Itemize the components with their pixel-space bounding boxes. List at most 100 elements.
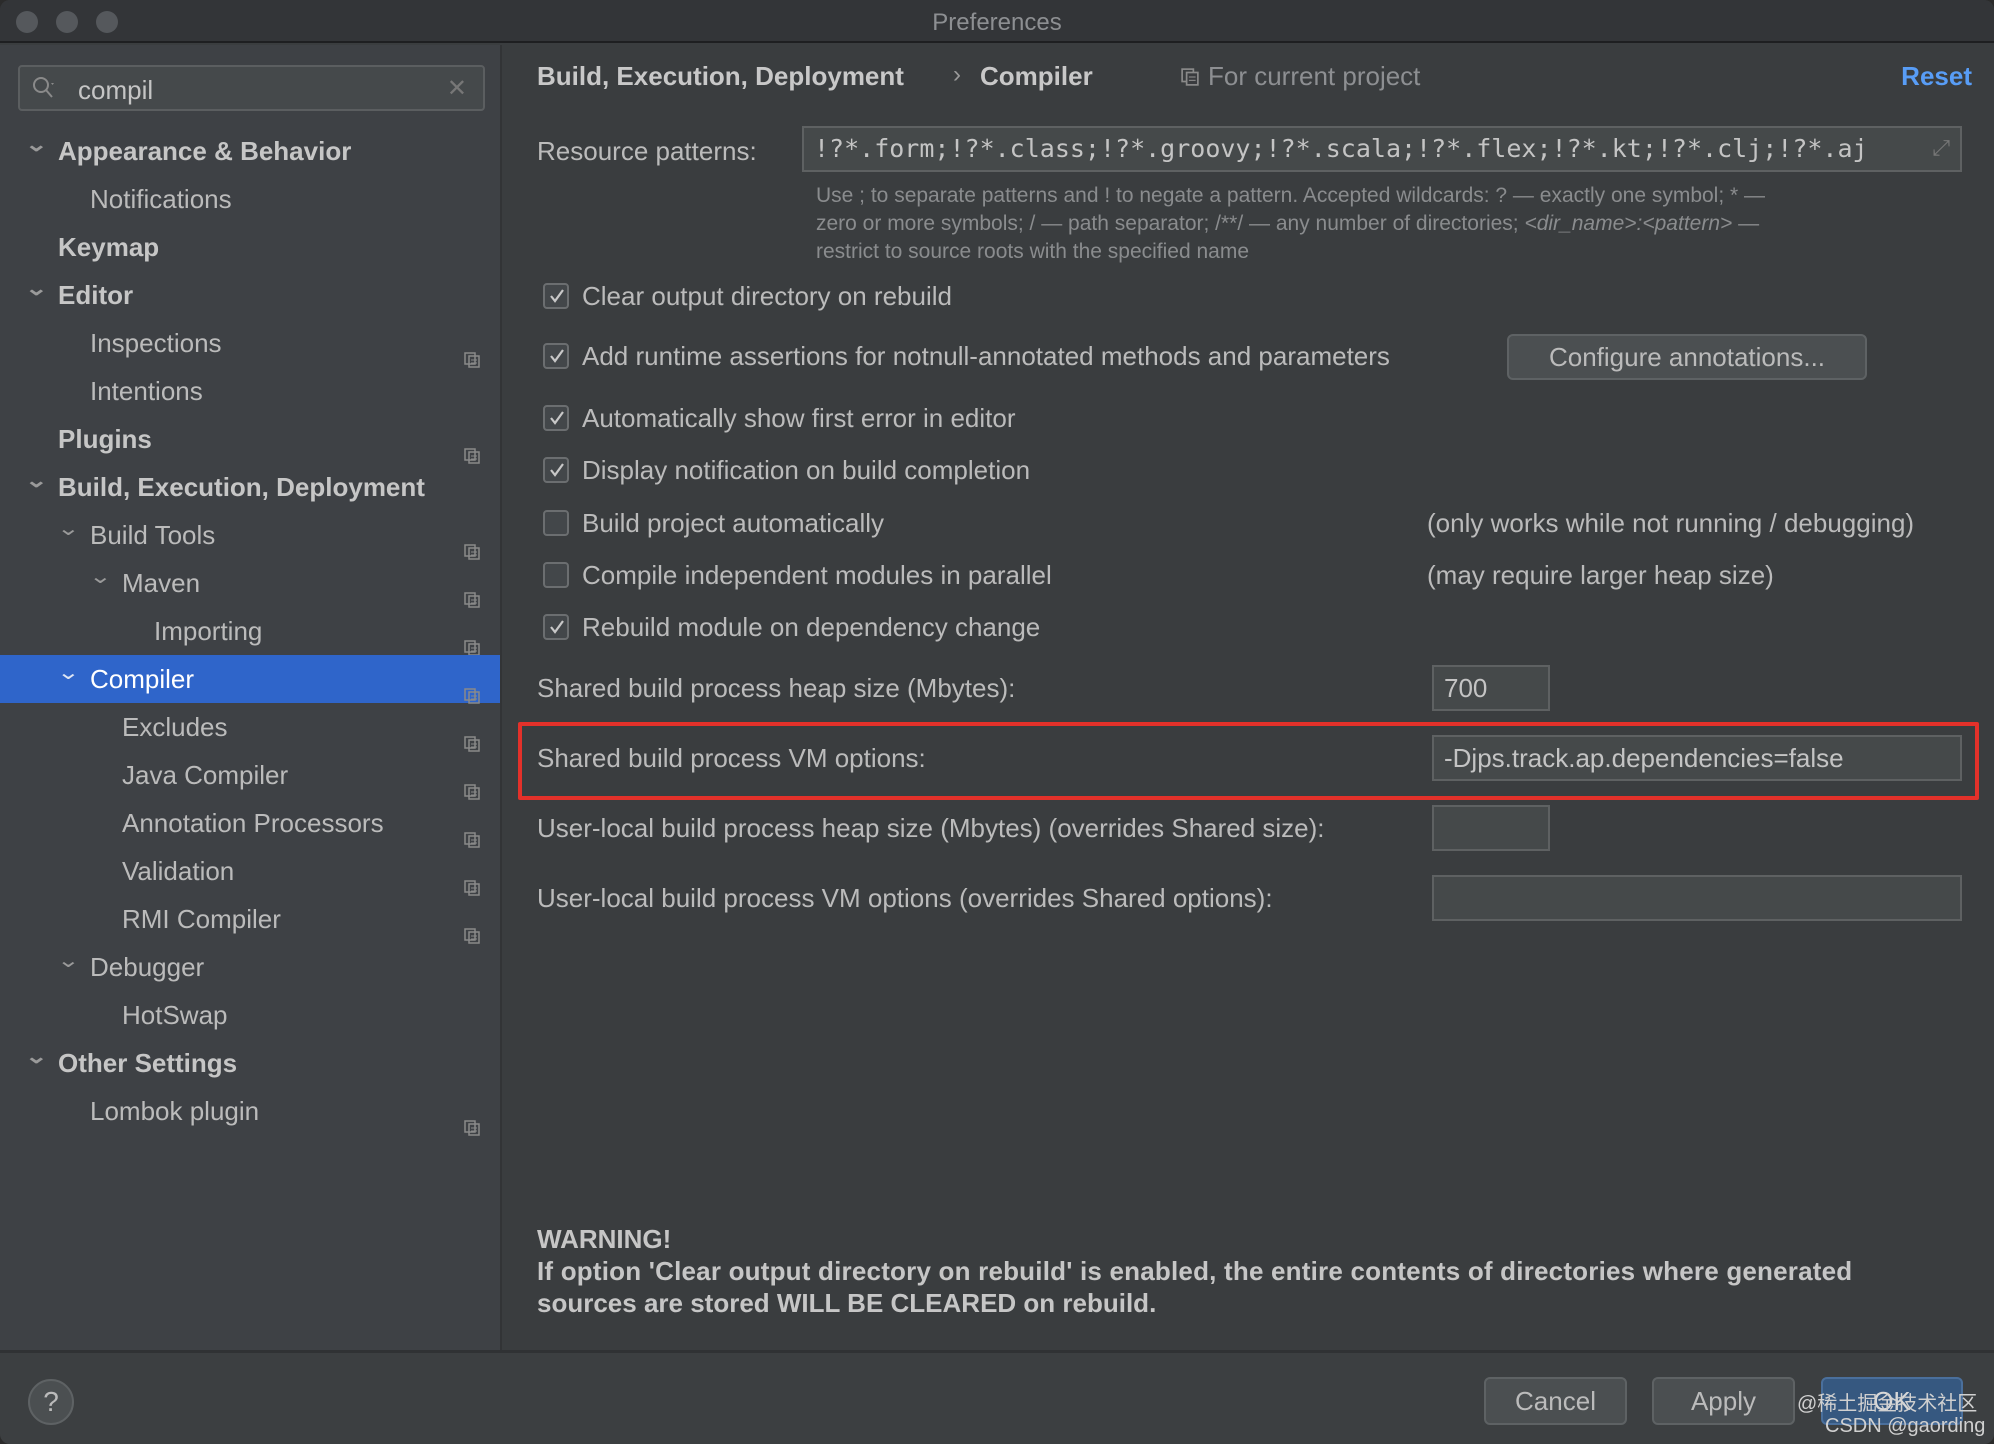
resource-help-line-3: restrict to source roots with the specif… xyxy=(816,240,1250,263)
search-input[interactable]: compil ✕ xyxy=(18,65,485,111)
user-vm-options-input[interactable] xyxy=(1432,875,1962,921)
project-scope-icon xyxy=(464,719,480,752)
sidebar-item-label: Keymap xyxy=(58,232,160,262)
sidebar-item-label: Notifications xyxy=(90,184,232,214)
checkbox[interactable] xyxy=(543,405,569,431)
reset-link[interactable]: Reset xyxy=(1901,61,1972,92)
apply-button[interactable]: Apply xyxy=(1652,1377,1795,1425)
checkbox-label[interactable]: Build project automatically xyxy=(582,508,884,539)
sidebar-item-annotation-processors[interactable]: Annotation Processors xyxy=(0,799,500,848)
project-scope-icon xyxy=(464,911,480,944)
sidebar-item-rmi-compiler[interactable]: RMI Compiler xyxy=(0,895,500,944)
chevron-down-icon[interactable]: ⌄ xyxy=(89,553,112,601)
checkbox-label[interactable]: Display notification on build completion xyxy=(582,455,1030,486)
sidebar-item-editor[interactable]: ⌄ Editor xyxy=(0,271,500,319)
search-icon xyxy=(33,77,54,98)
sidebar-item-other-settings[interactable]: ⌄ Other Settings xyxy=(0,1039,500,1087)
checkbox-label[interactable]: Clear output directory on rebuild xyxy=(582,281,952,312)
checkmark-icon xyxy=(550,620,564,634)
configure-annotations-button[interactable]: Configure annotations... xyxy=(1507,334,1867,380)
project-scope-icon xyxy=(464,527,480,560)
checkmark-icon xyxy=(550,349,564,363)
sidebar-item-compiler[interactable]: ⌄ Compiler xyxy=(0,655,500,704)
cancel-button[interactable]: Cancel xyxy=(1484,1377,1627,1425)
help-button[interactable]: ? xyxy=(28,1379,74,1425)
heap-size-input[interactable]: 700 xyxy=(1432,665,1550,711)
scope-label: For current project xyxy=(1208,61,1421,91)
vm-options-input[interactable]: -Djps.track.ap.dependencies=false xyxy=(1432,735,1962,781)
sidebar-item-label: HotSwap xyxy=(122,1000,228,1030)
sidebar-item-inspections[interactable]: Inspections xyxy=(0,319,500,368)
resource-help-line-2: zero or more symbols; / — path separator… xyxy=(816,212,1759,236)
checkbox[interactable] xyxy=(543,562,569,588)
checkbox-label[interactable]: Compile independent modules in parallel xyxy=(582,560,1052,591)
heap-size-label: Shared build process heap size (Mbytes): xyxy=(537,673,1016,703)
user-heap-size-input[interactable] xyxy=(1432,805,1550,851)
sidebar-item-build-tools[interactable]: ⌄ Build Tools xyxy=(0,511,500,560)
sidebar-item-label: Lombok plugin xyxy=(90,1096,260,1126)
sidebar-item-label: Editor xyxy=(58,280,134,310)
close-icon[interactable]: ✕ xyxy=(447,74,467,103)
sidebar-item-excludes[interactable]: Excludes xyxy=(0,703,500,752)
breadcrumb-separator: › xyxy=(953,61,961,88)
checkmark-icon xyxy=(550,463,564,477)
sidebar-item-label: Appearance & Behavior xyxy=(58,136,352,166)
sidebar-item-hotswap[interactable]: HotSwap xyxy=(0,991,500,1039)
vm-options-label: Shared build process VM options: xyxy=(537,743,926,773)
chevron-down-icon[interactable]: ⌄ xyxy=(57,649,80,697)
checkbox[interactable] xyxy=(543,614,569,640)
checkbox-label[interactable]: Add runtime assertions for notnull-annot… xyxy=(582,341,1390,372)
preferences-window: Preferences compil ✕ ⌄ Appearance & Behav… xyxy=(0,0,1994,1444)
project-scope-icon xyxy=(464,1103,480,1136)
user-vm-options-label: User-local build process VM options (ove… xyxy=(537,883,1273,913)
checkmark-icon xyxy=(550,289,564,303)
resource-patterns-input[interactable]: !?*.form;!?*.class;!?*.groovy;!?*.scala;… xyxy=(802,126,1962,172)
sidebar-item-label: Importing xyxy=(154,616,263,646)
expand-icon[interactable]: ⤢ xyxy=(1932,128,1950,170)
checkbox-label[interactable]: Rebuild module on dependency change xyxy=(582,612,1040,643)
sidebar-item-lombok-plugin[interactable]: Lombok plugin xyxy=(0,1087,500,1136)
sidebar-item-appearance-behavior[interactable]: ⌄ Appearance & Behavior xyxy=(0,127,500,175)
sidebar-item-importing[interactable]: Importing xyxy=(0,607,500,656)
checkbox[interactable] xyxy=(543,343,569,369)
chevron-down-icon[interactable]: ⌄ xyxy=(25,265,48,313)
breadcrumb-parent[interactable]: Build, Execution, Deployment xyxy=(537,61,904,92)
chevron-down-icon[interactable]: ⌄ xyxy=(25,1033,48,1081)
resource-help-line-1: Use ; to separate patterns and ! to nega… xyxy=(816,184,1766,207)
sidebar-item-plugins[interactable]: Plugins xyxy=(0,415,500,464)
sidebar-item-maven[interactable]: ⌄ Maven xyxy=(0,559,500,608)
sidebar-item-keymap[interactable]: Keymap xyxy=(0,223,500,271)
checkbox[interactable] xyxy=(543,457,569,483)
help-text: — xyxy=(1732,212,1760,235)
breadcrumb-current: Compiler xyxy=(980,61,1093,91)
checkbox[interactable] xyxy=(543,283,569,309)
sidebar-item-java-compiler[interactable]: Java Compiler xyxy=(0,751,500,800)
sidebar-item-label: Annotation Processors xyxy=(122,808,384,838)
chevron-down-icon[interactable]: ⌄ xyxy=(57,937,80,985)
chevron-down-icon[interactable]: ⌄ xyxy=(25,121,48,169)
checkbox-label[interactable]: Automatically show first error in editor xyxy=(582,403,1015,434)
chevron-down-icon[interactable]: ⌄ xyxy=(57,505,80,553)
sidebar-item-notifications[interactable]: Notifications xyxy=(0,175,500,223)
checkbox[interactable] xyxy=(543,510,569,536)
resource-patterns-label: Resource patterns: xyxy=(537,136,757,166)
project-scope-icon xyxy=(1181,68,1199,86)
watermark-line-1: @稀土掘金技术社区 xyxy=(1797,1393,1978,1415)
warning-line-2: sources are stored WILL BE CLEARED on re… xyxy=(537,1288,1157,1318)
help-text: zero or more symbols; / — path separator… xyxy=(816,212,1525,235)
help-text-italic: <dir_name>:<pattern> xyxy=(1524,212,1733,235)
option-note: (only works while not running / debuggin… xyxy=(1427,508,1915,538)
sidebar-item-validation[interactable]: Validation xyxy=(0,847,500,896)
option-note: (may require larger heap size) xyxy=(1427,560,1774,590)
sidebar-item-label: Java Compiler xyxy=(122,760,289,790)
sidebar-item-label: Inspections xyxy=(90,328,222,358)
window-title: Preferences xyxy=(932,9,1062,36)
chevron-down-icon[interactable]: ⌄ xyxy=(25,457,48,505)
title-bar: Preferences xyxy=(0,0,1994,43)
sidebar-item-label: RMI Compiler xyxy=(122,904,281,934)
sidebar-item-intentions[interactable]: Intentions xyxy=(0,367,500,415)
sidebar-item-debugger[interactable]: ⌄ Debugger xyxy=(0,943,500,991)
sidebar-item-label: Build Tools xyxy=(90,520,216,550)
sidebar-item-build-execution-deployment[interactable]: ⌄ Build, Execution, Deployment xyxy=(0,463,500,511)
project-scope-icon xyxy=(464,623,480,656)
